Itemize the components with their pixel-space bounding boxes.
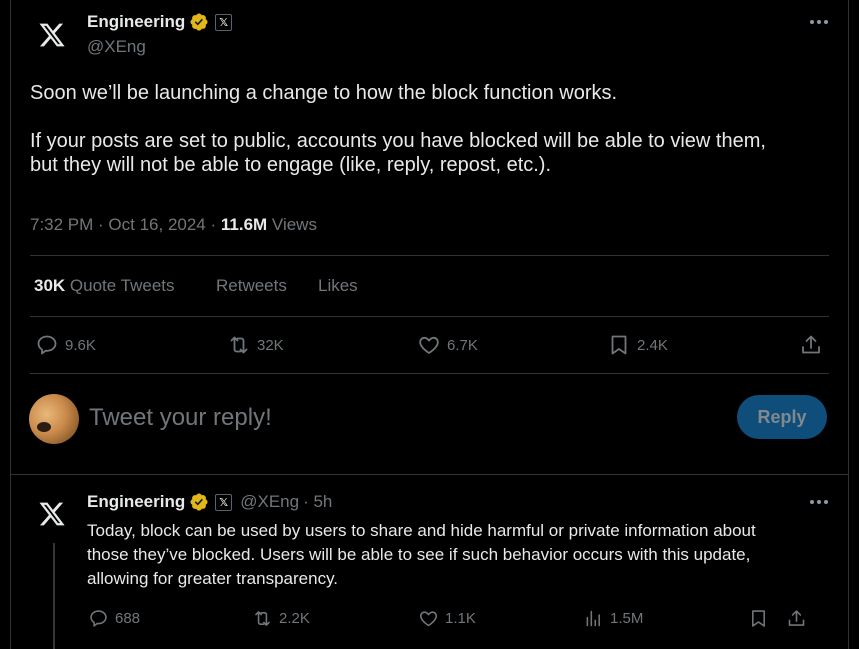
reply-icon [37, 335, 57, 355]
bookmark-icon [752, 610, 765, 627]
reply-views-count: 1.5M [610, 610, 644, 627]
reply-like-count: 1.1K [445, 610, 476, 627]
repost-icon [255, 611, 270, 626]
thread-connector-line [53, 543, 55, 649]
share-icon [802, 335, 820, 354]
reply-like-action[interactable]: 1.1K [418, 608, 476, 629]
reply-author-row: Engineering 𝕏 @XEng · 5h [87, 492, 332, 512]
reply-icon [90, 610, 107, 627]
share-icon [788, 610, 805, 626]
more-dot [810, 500, 814, 504]
reply-text-line: Today, block can be used by users to sha… [87, 521, 756, 540]
bookmark-action[interactable]: 2.4K [607, 333, 668, 357]
tweet-text-line: but they will not be able to engage (lik… [30, 154, 552, 176]
reply-button[interactable]: Reply [737, 395, 827, 439]
repost-count: 32K [257, 336, 284, 354]
analytics-icon [586, 610, 600, 627]
more-options-button[interactable] [810, 20, 828, 24]
affiliate-badge[interactable]: 𝕏 [215, 13, 233, 31]
quote-label: Quote Tweets [65, 276, 175, 295]
heart-icon [419, 336, 439, 354]
reply-bookmark-button[interactable] [748, 608, 769, 629]
reply-author-handle[interactable]: @XEng [240, 492, 299, 512]
more-dot [810, 20, 814, 24]
divider [30, 373, 829, 374]
more-dot [817, 20, 821, 24]
like-count: 6.7K [447, 336, 478, 354]
quote-count: 30K [34, 276, 66, 295]
reply-views-action[interactable]: 1.5M [583, 608, 643, 629]
repost-icon [230, 336, 248, 354]
views-count: 11.6M [220, 215, 268, 234]
reply-tweet-text: Today, block can be used by users to sha… [87, 519, 837, 591]
verified-badge-icon[interactable] [189, 492, 209, 512]
author-avatar-x-logo[interactable] [34, 17, 70, 53]
timestamp[interactable]: 7:32 PM · Oct 16, 2024 · [30, 215, 221, 234]
heart-icon [419, 611, 438, 627]
reply-time[interactable]: · 5h [303, 492, 332, 512]
verified-badge-icon[interactable] [189, 12, 209, 32]
like-action[interactable]: 6.7K [417, 333, 478, 357]
author-name[interactable]: Engineering [87, 12, 185, 32]
more-dot [824, 500, 828, 504]
divider [10, 474, 849, 475]
reply-text-line: those they’ve blocked. Users will be abl… [87, 545, 751, 564]
reply-reply-action[interactable]: 688 [88, 608, 140, 629]
retweets-link[interactable]: Retweets [216, 276, 287, 296]
tweet-text-line: Soon we’ll be launching a change to how … [30, 82, 618, 104]
bookmark-count: 2.4K [637, 336, 668, 354]
views-label: Views [267, 215, 317, 234]
more-dot [824, 20, 828, 24]
likes-link[interactable]: Likes [318, 276, 358, 296]
reply-author-avatar-x-logo[interactable] [34, 496, 70, 532]
x-logo-icon [39, 23, 65, 47]
share-button[interactable] [799, 333, 823, 357]
author-name-row: Engineering 𝕏 [87, 12, 233, 32]
affiliate-badge[interactable]: 𝕏 [215, 493, 233, 511]
reply-repost-action[interactable]: 2.2K [252, 608, 310, 629]
reply-more-options-button[interactable] [810, 500, 828, 504]
repost-action[interactable]: 32K [227, 333, 284, 357]
reply-count: 9.6K [65, 336, 96, 354]
reply-text-line: allowing for greater transparency. [87, 569, 339, 588]
quote-tweets-link[interactable]: 30K Quote Tweets [34, 276, 175, 296]
reply-action[interactable]: 9.6K [35, 333, 96, 357]
more-dot [817, 500, 821, 504]
reply-share-button[interactable] [786, 608, 807, 629]
author-handle[interactable]: @XEng [87, 37, 146, 57]
reply-author-name[interactable]: Engineering [87, 492, 185, 512]
current-user-avatar[interactable] [29, 394, 79, 444]
reply-input[interactable]: Tweet your reply! [89, 404, 272, 432]
reply-repost-count: 2.2K [279, 610, 310, 627]
tweet-meta: 7:32 PM · Oct 16, 2024 · 11.6M Views [30, 215, 317, 235]
bookmark-icon [611, 335, 627, 355]
reply-reply-count: 688 [115, 610, 141, 627]
x-logo-icon [39, 502, 65, 526]
divider [30, 255, 829, 256]
tweet-text: Soon we’ll be launching a change to how … [30, 81, 830, 177]
tweet-text-line: If your posts are set to public, account… [30, 130, 766, 152]
divider [30, 316, 829, 317]
